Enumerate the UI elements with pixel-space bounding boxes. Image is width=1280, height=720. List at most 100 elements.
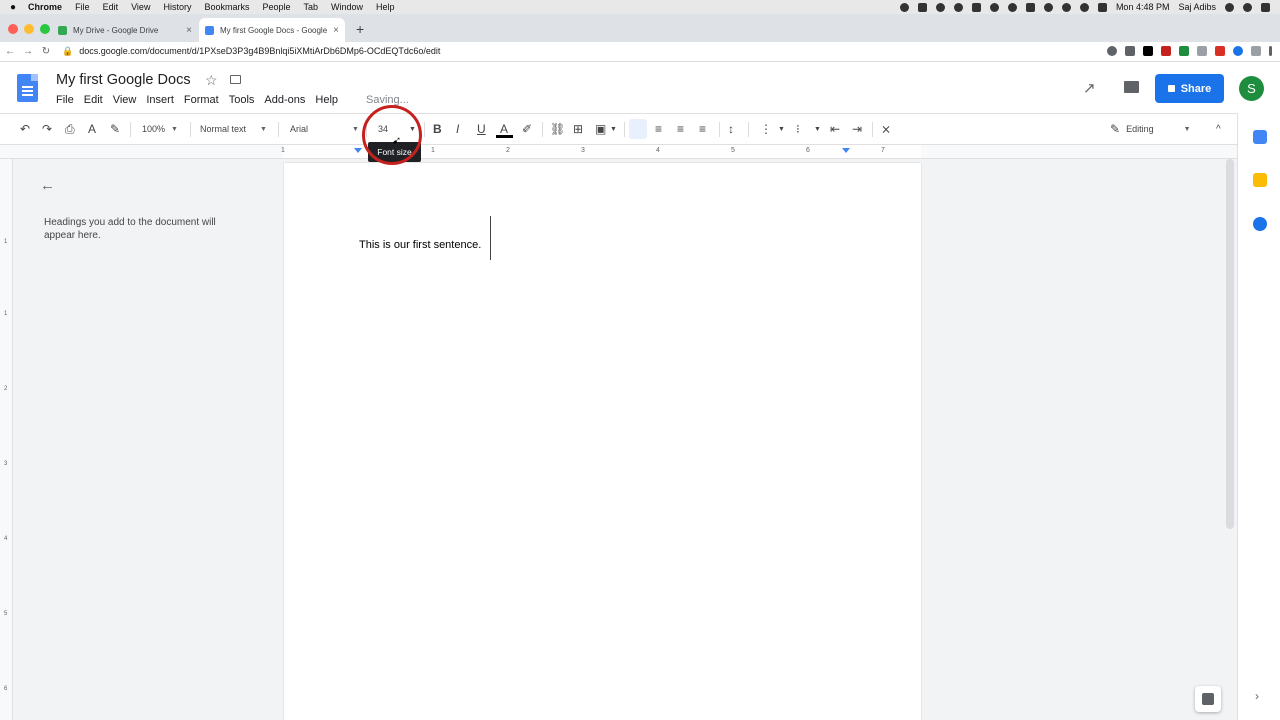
display-icon[interactable] (1025, 2, 1035, 12)
timemachine-icon[interactable] (1043, 2, 1053, 12)
close-outline-icon[interactable]: ← (40, 177, 55, 194)
document-title[interactable]: My first Google Docs (56, 72, 191, 88)
extension-icon[interactable] (1161, 46, 1171, 56)
chevron-right-icon[interactable]: › (1255, 689, 1259, 703)
dropbox-icon[interactable] (971, 2, 981, 12)
highlight-color-icon[interactable]: ✐ (522, 114, 532, 144)
menu-view[interactable]: View (131, 2, 150, 12)
new-tab-button[interactable]: + (356, 21, 364, 37)
body-paragraph[interactable]: This is our first sentence. (359, 239, 481, 251)
comment-history-icon[interactable] (1124, 81, 1139, 93)
right-indent-marker-icon[interactable] (842, 148, 850, 153)
align-right-button[interactable]: ≡ (677, 114, 684, 144)
text-color-button[interactable]: A (500, 114, 508, 144)
cloud-icon[interactable] (953, 2, 963, 12)
extension-icon[interactable] (1251, 46, 1261, 56)
explore-button[interactable] (1195, 686, 1221, 712)
bold-button[interactable]: B (433, 114, 442, 144)
undo-icon[interactable]: ↶ (20, 114, 30, 144)
justify-button[interactable]: ≡ (699, 114, 706, 144)
camera-icon[interactable] (917, 2, 927, 12)
url-field[interactable]: 🔒 docs.google.com/document/d/1PXseD3P3g4B… (62, 46, 440, 57)
wifi-icon[interactable] (1079, 2, 1089, 12)
avatar[interactable]: S (1239, 76, 1264, 101)
menu-tab[interactable]: Tab (304, 2, 319, 12)
menu-chrome[interactable]: Chrome (28, 2, 62, 12)
move-folder-icon[interactable] (230, 75, 241, 84)
zoom-magnifier-icon[interactable] (1107, 46, 1117, 56)
chevron-down-icon[interactable]: ▼ (778, 114, 785, 144)
paint-format-icon[interactable]: ✎ (110, 114, 120, 144)
timer-icon[interactable] (1007, 2, 1017, 12)
share-button[interactable]: Share (1155, 74, 1224, 103)
volume-icon[interactable] (1061, 2, 1071, 12)
clear-formatting-icon[interactable]: ⨯ (881, 114, 891, 144)
docs-menu-addons[interactable]: Add-ons (264, 94, 305, 106)
extension-icon[interactable] (1143, 46, 1153, 56)
battery-icon[interactable] (1097, 2, 1107, 12)
collapse-menus-icon[interactable]: ^ (1216, 114, 1221, 144)
apple-icon[interactable]: ● (10, 2, 16, 13)
align-center-button[interactable]: ≡ (655, 114, 662, 144)
reload-button[interactable]: ↻ (38, 46, 54, 57)
chrome-menu-icon[interactable] (1269, 46, 1272, 56)
underline-button[interactable]: U (477, 114, 486, 144)
extension-icon[interactable] (1215, 46, 1225, 56)
chevron-down-icon[interactable]: ▼ (814, 114, 821, 144)
tab-google-drive[interactable]: My Drive - Google Drive × (52, 18, 198, 42)
tab-google-docs[interactable]: My first Google Docs - Google × (199, 18, 345, 42)
insert-link-icon[interactable]: ⛓ (550, 114, 565, 144)
siri-icon[interactable] (1243, 2, 1252, 12)
document-page[interactable]: This is our first sentence. (284, 163, 921, 720)
line-spacing-icon[interactable]: ↕ (728, 114, 734, 144)
docs-menu-edit[interactable]: Edit (84, 94, 103, 106)
print-icon[interactable]: ⎙ (65, 114, 75, 144)
redo-icon[interactable]: ↷ (42, 114, 52, 144)
close-tab-icon[interactable]: × (186, 25, 192, 36)
back-button[interactable]: ← (2, 46, 18, 57)
font-select[interactable]: Arial ▼ (290, 114, 359, 144)
docs-logo-icon[interactable] (17, 74, 38, 102)
numbered-list-icon[interactable]: ⋮ (760, 114, 772, 144)
chevron-down-icon[interactable]: ▼ (610, 114, 617, 144)
style-select[interactable]: Normal text ▼ (200, 114, 267, 144)
activity-trend-icon[interactable]: ↗ (1083, 79, 1096, 97)
star-icon[interactable]: ☆ (205, 72, 218, 89)
insert-image-icon[interactable]: ▣ (595, 114, 606, 144)
menu-help[interactable]: Help (376, 2, 395, 12)
docs-menu-format[interactable]: Format (184, 94, 219, 106)
docs-menu-tools[interactable]: Tools (229, 94, 255, 106)
docs-menu-insert[interactable]: Insert (146, 94, 174, 106)
vertical-scrollbar[interactable] (1226, 159, 1234, 529)
decrease-indent-icon[interactable]: ⇤ (830, 114, 840, 144)
tasks-icon[interactable] (1253, 217, 1267, 231)
calendar-icon[interactable] (1253, 130, 1267, 144)
increase-indent-icon[interactable]: ⇥ (852, 114, 862, 144)
spellcheck-icon[interactable]: A (88, 114, 96, 144)
spotlight-icon[interactable] (1225, 2, 1234, 12)
sync-icon[interactable] (989, 2, 999, 12)
extension-icon[interactable] (1179, 46, 1189, 56)
cursor-status-icon[interactable] (935, 2, 945, 12)
keep-icon[interactable] (1253, 173, 1267, 187)
bulleted-list-icon[interactable]: ⁝ (796, 114, 800, 144)
add-comment-icon[interactable]: ⊞ (573, 114, 583, 144)
docs-menu-file[interactable]: File (56, 94, 74, 106)
close-tab-icon[interactable]: × (333, 25, 339, 36)
clock[interactable]: Mon 4:48 PM (1116, 2, 1170, 12)
menu-window[interactable]: Window (331, 2, 363, 12)
bookmark-star-icon[interactable] (1125, 46, 1135, 56)
left-indent-marker-icon[interactable] (354, 148, 362, 153)
forward-button[interactable]: → (20, 46, 36, 57)
extension-icon[interactable] (1233, 46, 1243, 56)
notification-icon[interactable] (1261, 2, 1270, 12)
menu-bookmarks[interactable]: Bookmarks (204, 2, 249, 12)
close-window-icon[interactable] (8, 24, 18, 34)
italic-button[interactable]: I (456, 114, 459, 144)
zoom-select[interactable]: 100% ▼ (142, 114, 178, 144)
record-icon[interactable] (899, 2, 909, 12)
editing-mode-select[interactable]: ✎ Editing ▼ (1110, 114, 1191, 144)
extension-icon[interactable] (1197, 46, 1207, 56)
minimize-window-icon[interactable] (24, 24, 34, 34)
user-name[interactable]: Saj Adibs (1178, 2, 1216, 12)
